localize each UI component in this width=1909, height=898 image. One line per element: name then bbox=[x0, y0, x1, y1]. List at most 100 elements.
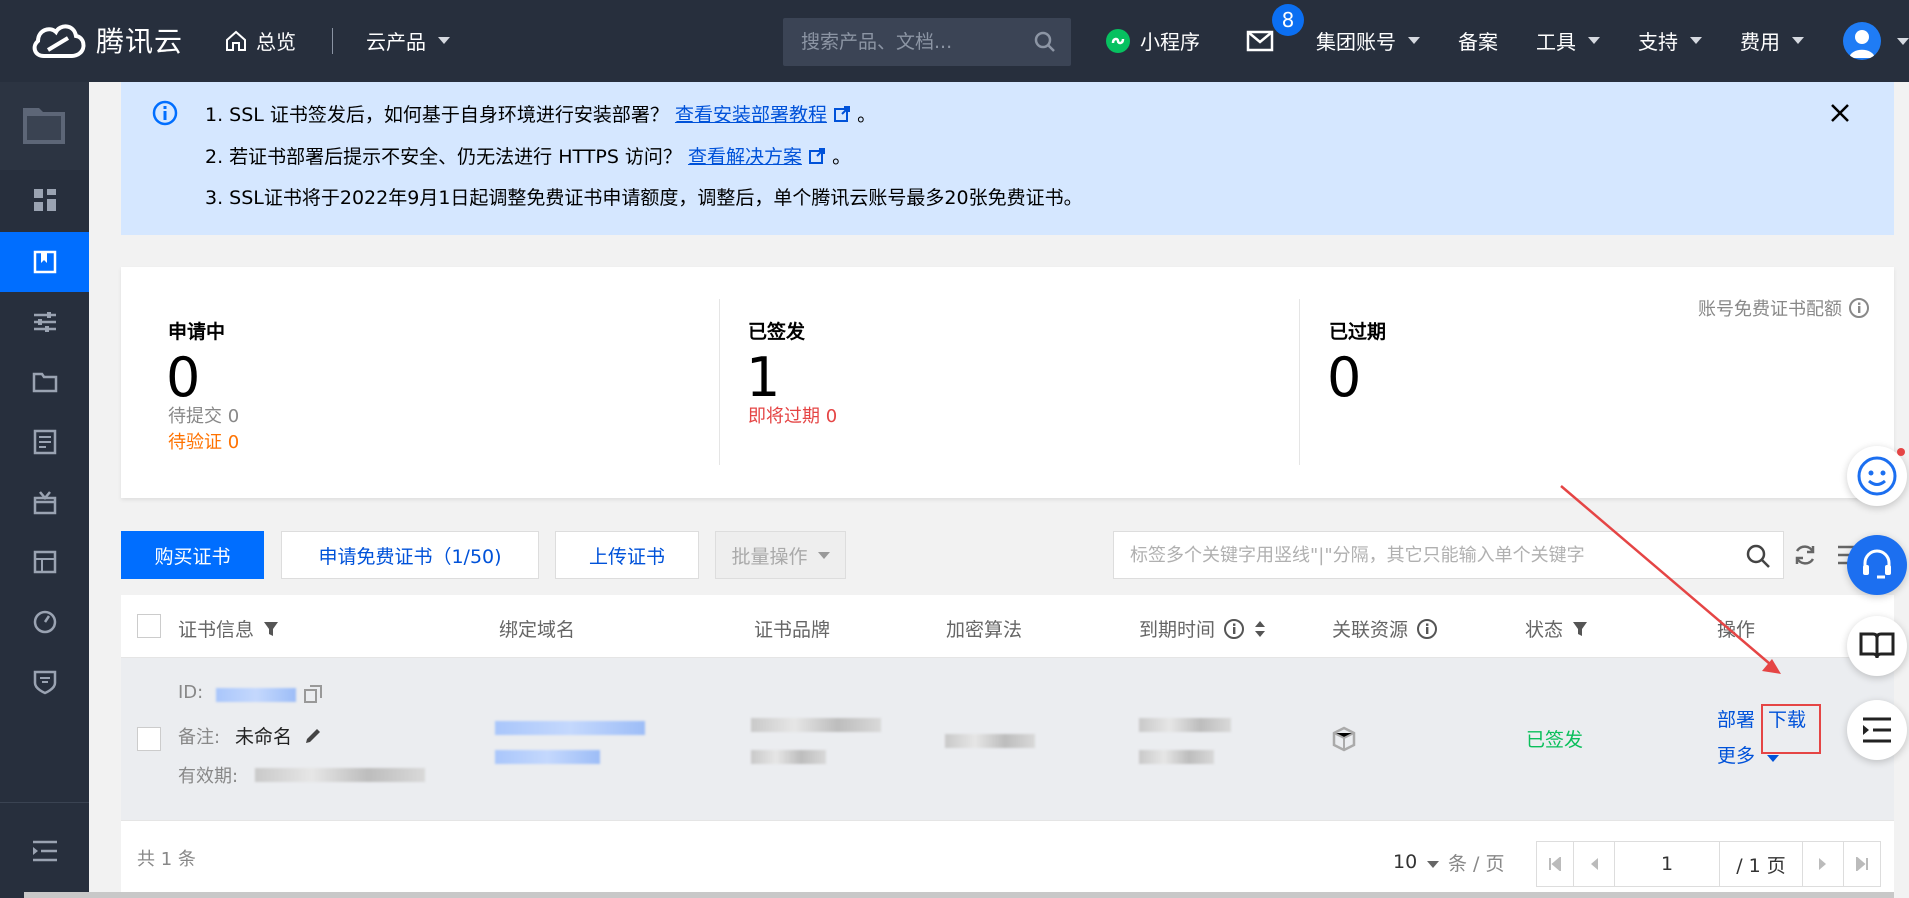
sidebar-item-my-certs[interactable] bbox=[0, 232, 89, 292]
nav-filing[interactable]: 备案 bbox=[1458, 26, 1498, 55]
smile-icon bbox=[1857, 456, 1897, 496]
sidebar-item-settings[interactable] bbox=[0, 292, 89, 352]
copy-icon[interactable] bbox=[303, 684, 323, 704]
stat-expired-title: 已过期 bbox=[1329, 321, 1387, 343]
info-icon[interactable] bbox=[1848, 297, 1870, 319]
horizontal-scrollbar[interactable] bbox=[24, 892, 1894, 898]
sidebar-item-overview[interactable] bbox=[0, 170, 89, 230]
user-avatar[interactable] bbox=[1843, 22, 1881, 60]
sidebar-item-packages[interactable] bbox=[0, 472, 89, 532]
filter-icon[interactable] bbox=[262, 620, 280, 638]
customer-service-button[interactable] bbox=[1847, 535, 1907, 595]
expand-menu-button[interactable] bbox=[1847, 700, 1907, 760]
folder-outline-icon bbox=[32, 372, 57, 393]
cloud-logo-icon bbox=[28, 18, 88, 62]
notice-line-1-text: 1. SSL 证书签发后，如何基于自身环境进行安装部署？ bbox=[205, 104, 669, 126]
sidebar-item-security[interactable] bbox=[0, 652, 89, 712]
sliders-icon bbox=[33, 312, 56, 332]
th-algorithm: 加密算法 bbox=[946, 619, 1023, 641]
stat-issued-count[interactable]: 1 bbox=[746, 346, 780, 410]
gauge-icon bbox=[33, 610, 56, 634]
cube-resource-icon[interactable] bbox=[1332, 726, 1356, 752]
info-icon bbox=[152, 100, 178, 126]
per-page-label: 条 / 页 bbox=[1448, 853, 1505, 875]
deploy-link[interactable]: 部署 bbox=[1717, 705, 1755, 732]
nav-products[interactable]: 云产品 bbox=[366, 26, 450, 55]
first-page-button[interactable] bbox=[1536, 841, 1574, 887]
page-total: / 1 页 bbox=[1719, 841, 1803, 887]
notice-line-3: 3. SSL证书将于2022年9月1日起调整免费证书申请额度，调整后，单个腾讯云… bbox=[205, 187, 1083, 209]
nav-tools[interactable]: 工具 bbox=[1536, 26, 1600, 55]
stat-expiring-soon[interactable]: 即将过期 0 bbox=[748, 402, 837, 428]
table-row: ID: 备注: 未命名 有效期: 已签发 部署 下载 更多 bbox=[121, 658, 1894, 821]
gift-icon bbox=[33, 491, 56, 515]
page-size-select[interactable]: 10 bbox=[1393, 851, 1440, 873]
sort-icon[interactable] bbox=[1253, 619, 1267, 639]
last-page-button[interactable] bbox=[1843, 841, 1881, 887]
search-icon[interactable] bbox=[1745, 543, 1771, 569]
next-page-button[interactable] bbox=[1802, 841, 1844, 887]
global-search-input[interactable] bbox=[783, 18, 1023, 66]
external-link-icon[interactable] bbox=[833, 105, 851, 123]
info-icon[interactable] bbox=[1416, 618, 1438, 640]
nav-group-account[interactable]: 集团账号 bbox=[1316, 26, 1420, 55]
search-icon[interactable] bbox=[1033, 30, 1057, 54]
filter-icon[interactable] bbox=[1571, 620, 1589, 638]
solution-link[interactable]: 查看解决方案 bbox=[688, 146, 802, 168]
nav-fees[interactable]: 费用 bbox=[1740, 26, 1804, 55]
stat-pending-submit[interactable]: 待提交 0 bbox=[168, 402, 239, 428]
apply-free-certificate-button[interactable]: 申请免费证书（1/50) bbox=[281, 531, 539, 579]
chevron-down-icon bbox=[1408, 37, 1420, 44]
certificate-filter-input[interactable] bbox=[1114, 532, 1724, 578]
refresh-icon[interactable] bbox=[1792, 542, 1818, 568]
chevron-left-icon bbox=[1591, 858, 1598, 870]
cert-validity-label: 有效期: bbox=[178, 766, 239, 787]
brand-name: 腾讯云 bbox=[96, 25, 184, 58]
brand-redacted bbox=[751, 718, 881, 732]
stat-applying: 申请中 0 待提交 0 待验证 0 bbox=[121, 267, 719, 498]
nav-filing-label: 备案 bbox=[1458, 30, 1498, 54]
external-link-icon[interactable] bbox=[808, 147, 826, 165]
stat-expired-count[interactable]: 0 bbox=[1327, 346, 1361, 410]
th-expiry-label: 到期时间 bbox=[1139, 619, 1216, 641]
close-icon[interactable] bbox=[1827, 100, 1853, 126]
th-cert-info-label: 证书信息 bbox=[178, 619, 255, 641]
page-number-input[interactable]: 1 bbox=[1614, 841, 1720, 887]
install-guide-link[interactable]: 查看安装部署教程 bbox=[675, 104, 827, 126]
domain-redacted[interactable] bbox=[495, 750, 600, 764]
nav-tools-label: 工具 bbox=[1536, 30, 1576, 54]
brand-logo[interactable]: 腾讯云 bbox=[28, 18, 183, 62]
row-checkbox[interactable] bbox=[137, 727, 161, 751]
sidebar-item-folders[interactable] bbox=[0, 352, 89, 412]
folder-icon bbox=[23, 108, 65, 144]
chevron-down-icon bbox=[1427, 861, 1440, 868]
nav-miniprogram[interactable]: 小程序 bbox=[1104, 26, 1200, 55]
headset-icon bbox=[1863, 549, 1891, 579]
domain-redacted[interactable] bbox=[495, 721, 645, 735]
upload-certificate-button[interactable]: 上传证书 bbox=[555, 531, 699, 579]
stat-applying-count[interactable]: 0 bbox=[166, 346, 200, 410]
edit-pencil-icon[interactable] bbox=[303, 726, 323, 746]
sidebar-product-header[interactable] bbox=[0, 82, 89, 170]
cert-remark-label: 备注: bbox=[178, 727, 221, 748]
select-all-checkbox[interactable] bbox=[137, 614, 161, 638]
buy-certificate-button[interactable]: 购买证书 bbox=[121, 531, 264, 579]
nav-overview[interactable]: 总览 bbox=[224, 26, 296, 55]
home-icon bbox=[226, 30, 246, 51]
prev-page-button[interactable] bbox=[1573, 841, 1615, 887]
batch-actions-button[interactable]: 批量操作 bbox=[715, 531, 846, 579]
sidebar-item-store[interactable] bbox=[0, 532, 89, 592]
cert-id-label: ID: bbox=[178, 682, 204, 703]
sidebar-item-documents[interactable] bbox=[0, 412, 89, 472]
sidebar-collapse-toggle[interactable] bbox=[0, 802, 89, 898]
nav-support[interactable]: 支持 bbox=[1638, 26, 1702, 55]
sidebar-item-monitor[interactable] bbox=[0, 592, 89, 652]
more-actions-link[interactable]: 更多 bbox=[1717, 741, 1780, 768]
avatar-chevron-down-icon[interactable] bbox=[1897, 38, 1909, 45]
info-icon[interactable] bbox=[1223, 618, 1245, 640]
mail-icon[interactable] bbox=[1246, 30, 1274, 52]
stat-issued-title: 已签发 bbox=[748, 321, 806, 343]
free-quota-label[interactable]: 账号免费证书配额 bbox=[1698, 295, 1870, 321]
stat-pending-verify[interactable]: 待验证 0 bbox=[168, 428, 239, 454]
docs-button[interactable] bbox=[1847, 616, 1907, 676]
